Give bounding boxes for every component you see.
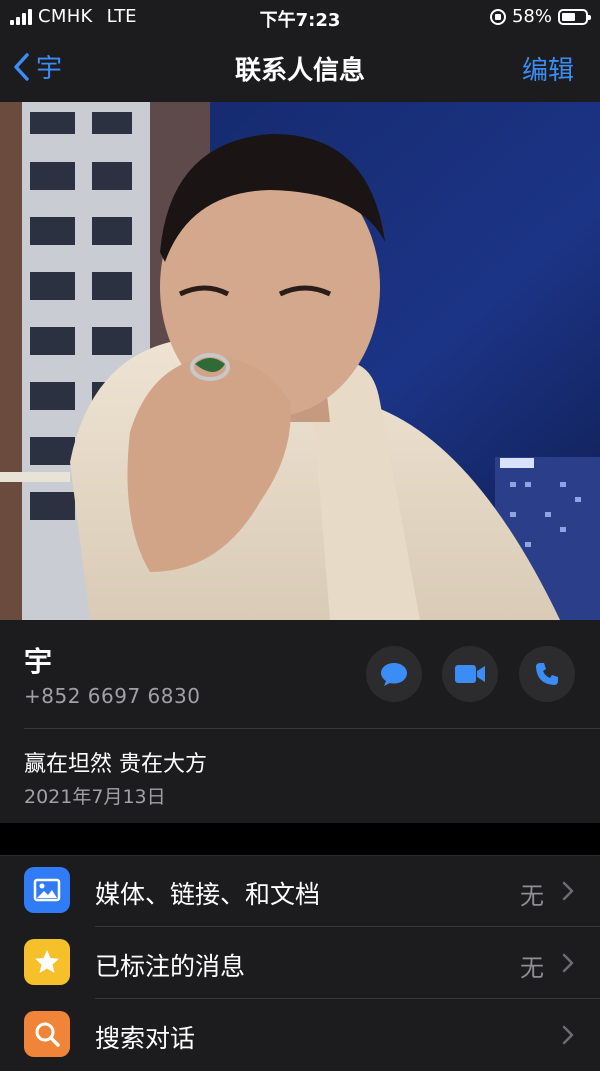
- voice-call-button[interactable]: [519, 646, 575, 702]
- list-item-label: 搜索对话: [95, 1024, 196, 1053]
- video-call-button[interactable]: [442, 646, 498, 702]
- list-item-label: 媒体、链接、和文档: [95, 880, 321, 909]
- page-title: 联系人信息: [234, 56, 365, 86]
- contact-name: 宇: [24, 645, 53, 678]
- orientation-lock-icon: [489, 8, 506, 25]
- list-item-media[interactable]: 媒体、链接、和文档 无: [0, 855, 600, 927]
- star-icon: [24, 939, 70, 985]
- contact-photo[interactable]: [0, 102, 600, 620]
- list-item-label: 已标注的消息: [95, 952, 246, 981]
- search-icon: [24, 1011, 70, 1057]
- photo-icon: [24, 867, 70, 913]
- list-item-value: 无: [520, 954, 544, 982]
- battery-percent: 58%: [511, 6, 552, 27]
- list-item-starred-messages[interactable]: 已标注的消息 无: [0, 927, 600, 999]
- about-text: 赢在坦然 贵在大方: [24, 752, 207, 777]
- status-right: 58%: [489, 6, 591, 27]
- edit-button[interactable]: 编辑: [522, 50, 574, 87]
- nav-bar: 宇 联系人信息 编辑: [0, 34, 600, 103]
- chevron-right-icon: [562, 953, 574, 973]
- battery-icon: [558, 8, 591, 25]
- contact-card: 宇 +852 6697 6830 赢在坦然 贵在大方 2021年7月13日: [0, 620, 600, 823]
- about-date: 2021年7月13日: [24, 786, 166, 808]
- video-camera-icon: [455, 665, 485, 683]
- contact-phone[interactable]: +852 6697 6830: [24, 684, 200, 708]
- phone-icon: [536, 663, 558, 685]
- message-bubble-icon: [381, 663, 407, 686]
- message-button[interactable]: [366, 646, 422, 702]
- chevron-right-icon: [562, 1025, 574, 1045]
- card-divider: [24, 728, 600, 729]
- chevron-right-icon: [562, 881, 574, 901]
- status-bar: CMHK LTE 下午7:23 58%: [0, 0, 600, 34]
- battery-fill: [562, 12, 575, 21]
- contact-photo-image: [0, 102, 600, 620]
- contact-options-list: 媒体、链接、和文档 无 已标注的消息 无 搜索对话: [0, 855, 600, 1071]
- list-item-search-chat[interactable]: 搜索对话: [0, 999, 600, 1071]
- list-item-value: 无: [520, 882, 544, 910]
